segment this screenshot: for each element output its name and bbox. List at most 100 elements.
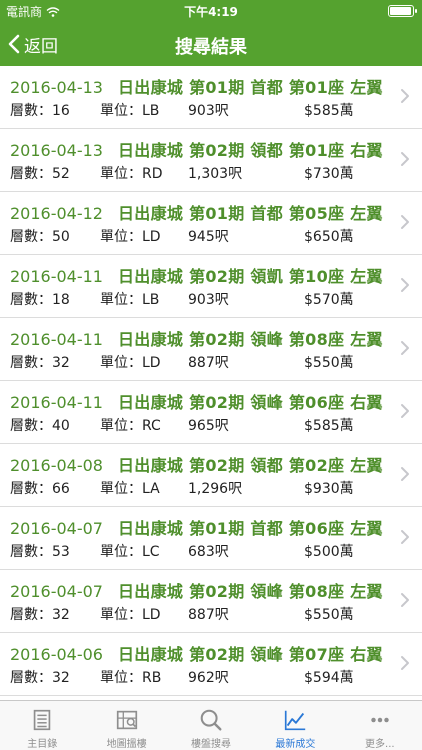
unit-label: 單位： (100, 544, 142, 560)
unit-label: 單位： (100, 418, 142, 434)
area-value: 1,303 (188, 166, 229, 182)
row-date: 2016-04-13 (10, 141, 103, 160)
floor-label: 層數： (10, 355, 52, 371)
row-description: 日出康城 第02期 領峰 第08座 左翼 (118, 330, 383, 349)
tab-label: 更多... (365, 739, 395, 750)
row-description: 日出康城 第01期 首都 第01座 左翼 (118, 78, 383, 97)
area-value: 903 (188, 292, 215, 308)
unit-label: 單位： (100, 103, 142, 119)
result-row[interactable]: 2016-04-11 日出康城 第02期 領凱 第10座 左翼 層數：18 單位：LB… (0, 255, 422, 318)
price-suffix: 萬 (339, 103, 354, 119)
status-bar: 電訊商 下午4:19 (0, 0, 422, 22)
chevron-right-icon (401, 278, 409, 292)
row-description: 日出康城 第02期 領峰 第07座 右翼 (118, 645, 383, 664)
price-value: 594 (312, 670, 340, 686)
row-floor: 層數：18 (10, 289, 100, 309)
floor-label: 層數： (10, 418, 52, 434)
row-description: 日出康城 第01期 首都 第05座 左翼 (118, 204, 383, 223)
row-unit: 單位：RC (100, 415, 190, 435)
row-unit: 單位：RD (100, 163, 190, 183)
row-area: 965呎 (188, 415, 288, 435)
tab-property-search[interactable]: 樓盤搜尋 (169, 701, 253, 750)
result-row[interactable]: 2016-04-11 日出康城 第02期 領峰 第06座 右翼 層數：40 單位：RC… (0, 381, 422, 444)
unit-value: LA (142, 481, 160, 497)
battery-icon (388, 5, 417, 17)
row-unit: 單位：LC (100, 541, 190, 561)
result-row[interactable]: 2016-04-06 日出康城 第02期 領峰 第07座 右翼 層數：32 單位：RB… (0, 633, 422, 696)
result-row[interactable]: 2016-04-13 日出康城 第02期 領都 第01座 右翼 層數：52 單位：RD… (0, 129, 422, 192)
unit-value: RD (142, 166, 163, 182)
result-row[interactable]: 2016-04-07 日出康城 第02期 領峰 第08座 左翼 層數：32 單位：LD… (0, 570, 422, 633)
row-floor: 層數：16 (10, 100, 100, 120)
result-row[interactable]: 2016-04-07 日出康城 第01期 首都 第06座 左翼 層數：53 單位：LC… (0, 507, 422, 570)
row-price: $730萬 (304, 163, 384, 183)
area-value: 887 (188, 355, 215, 371)
row-area: 1,296呎 (188, 478, 288, 498)
price-suffix: 萬 (339, 607, 354, 623)
price-suffix: 萬 (339, 292, 354, 308)
row-floor: 層數：50 (10, 226, 100, 246)
area-unit: 呎 (214, 418, 229, 434)
price-prefix: $ (304, 481, 313, 497)
unit-value: RB (142, 670, 162, 686)
unit-value: LD (142, 355, 161, 371)
row-price: $570萬 (304, 289, 384, 309)
row-title: 2016-04-12 日出康城 第01期 首都 第05座 左翼 (10, 200, 383, 224)
area-value: 945 (188, 229, 215, 245)
area-unit: 呎 (214, 229, 229, 245)
row-description: 日出康城 第01期 首都 第06座 左翼 (118, 519, 383, 538)
tab-map-search[interactable]: 地圖搵樓 (84, 701, 168, 750)
area-unit: 呎 (228, 481, 243, 497)
row-title: 2016-04-08 日出康城 第02期 領都 第02座 左翼 (10, 452, 383, 476)
row-floor: 層數：52 (10, 163, 100, 183)
row-price: $550萬 (304, 604, 384, 624)
row-unit: 單位：RB (100, 667, 190, 687)
row-description: 日出康城 第02期 領凱 第10座 左翼 (118, 267, 383, 286)
tab-latest-transactions[interactable]: 最新成交 (253, 701, 337, 750)
row-date: 2016-04-11 (10, 393, 103, 412)
row-unit: 單位：LB (100, 100, 190, 120)
result-row[interactable]: 2016-04-12 日出康城 第01期 首都 第05座 左翼 層數：50 單位：LD… (0, 192, 422, 255)
chevron-right-icon (401, 404, 409, 418)
price-suffix: 萬 (339, 544, 354, 560)
row-date: 2016-04-08 (10, 456, 103, 475)
row-date: 2016-04-11 (10, 330, 103, 349)
row-date: 2016-04-11 (10, 267, 103, 286)
chevron-right-icon (401, 341, 409, 355)
unit-label: 單位： (100, 481, 142, 497)
area-unit: 呎 (214, 355, 229, 371)
status-time: 下午4:19 (184, 5, 238, 19)
row-description: 日出康城 第02期 領都 第01座 右翼 (118, 141, 383, 160)
row-unit: 單位：LD (100, 226, 190, 246)
price-value: 550 (312, 355, 340, 371)
area-unit: 呎 (214, 670, 229, 686)
row-description: 日出康城 第02期 領峰 第08座 左翼 (118, 582, 383, 601)
tab-bar: 主目錄 地圖搵樓 樓盤搜尋 最新成交 更多... (0, 700, 422, 750)
floor-label: 層數： (10, 166, 52, 182)
row-date: 2016-04-12 (10, 204, 103, 223)
unit-label: 單位： (100, 166, 142, 182)
result-row[interactable]: 2016-04-08 日出康城 第02期 領都 第02座 左翼 層數：66 單位：LA… (0, 444, 422, 507)
row-title: 2016-04-07 日出康城 第02期 領峰 第08座 左翼 (10, 578, 383, 602)
row-area: 887呎 (188, 352, 288, 372)
row-date: 2016-04-13 (10, 78, 103, 97)
price-prefix: $ (304, 229, 313, 245)
floor-value: 50 (52, 229, 70, 245)
result-row[interactable]: 2016-04-11 日出康城 第02期 領峰 第08座 左翼 層數：32 單位：LD… (0, 318, 422, 381)
results-list[interactable]: 2016-04-13 日出康城 第01期 首都 第01座 左翼 層數：16 單位：LB… (0, 66, 422, 698)
chevron-right-icon (401, 89, 409, 103)
row-floor: 層數：32 (10, 352, 100, 372)
floor-label: 層數： (10, 103, 52, 119)
page-title: 搜尋結果 (175, 37, 247, 58)
row-description: 日出康城 第02期 領峰 第06座 右翼 (118, 393, 383, 412)
row-price: $585萬 (304, 415, 384, 435)
more-icon (371, 717, 389, 723)
price-prefix: $ (304, 607, 313, 623)
row-title: 2016-04-11 日出康城 第02期 領凱 第10座 左翼 (10, 263, 383, 287)
result-row[interactable]: 2016-04-13 日出康城 第01期 首都 第01座 左翼 層數：16 單位：LB… (0, 66, 422, 129)
tab-more[interactable]: 更多... (338, 701, 422, 750)
tab-main-menu[interactable]: 主目錄 (0, 701, 84, 750)
unit-value: LB (142, 103, 160, 119)
row-title: 2016-04-06 日出康城 第02期 領峰 第07座 右翼 (10, 641, 383, 665)
tab-label: 地圖搵樓 (106, 739, 147, 750)
